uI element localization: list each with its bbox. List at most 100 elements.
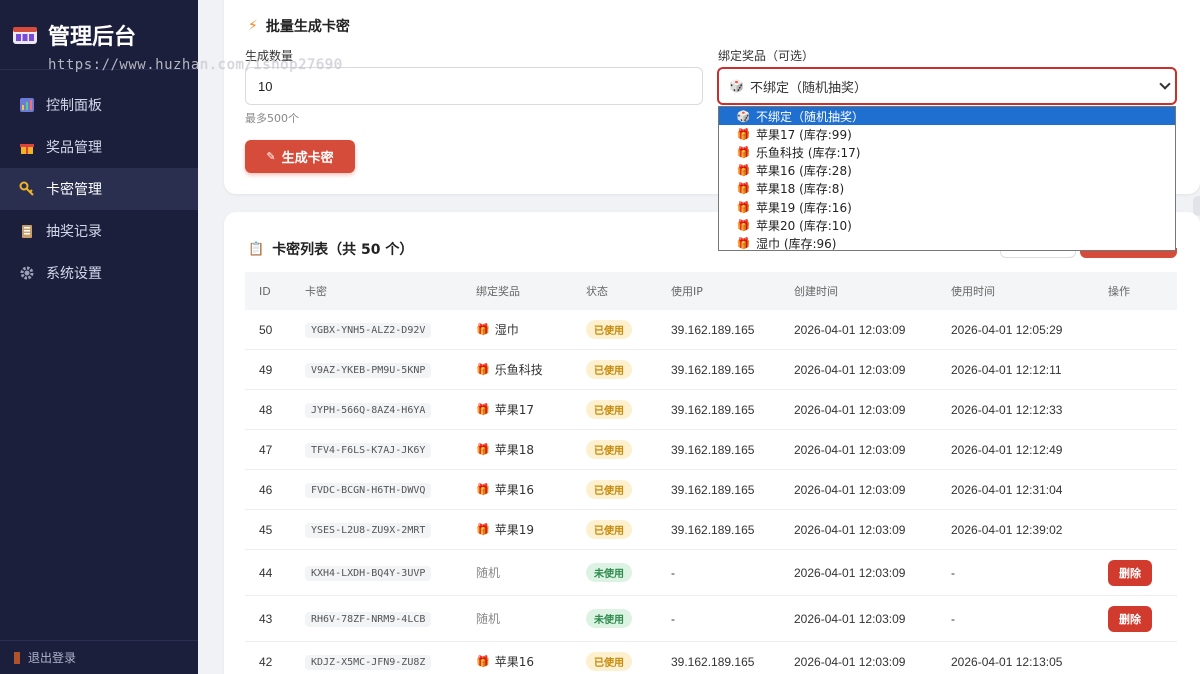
card-code: JYPH-566Q-8AZ4-H6YA <box>305 402 432 418</box>
status-badge: 已使用 <box>586 400 632 419</box>
cell-status: 未使用 <box>586 609 671 628</box>
gift-icon: 🎁 <box>736 182 751 196</box>
prize-name: 随机 <box>476 612 501 626</box>
prize-option[interactable]: 🎁 苹果18 (库存:8) <box>719 180 1175 198</box>
gift-icon <box>18 138 36 156</box>
clipboard-icon <box>18 222 36 240</box>
table-row: 49 V9AZ-YKEB-PM9U-5KNP 🎁 乐鱼科技 已使用 39.162.189.… <box>245 350 1177 390</box>
cell-status: 已使用 <box>586 320 671 339</box>
sidebar-item-prizes[interactable]: 奖品管理 <box>0 126 198 168</box>
col-code: 卡密 <box>305 285 327 298</box>
generate-button[interactable]: ✎ 生成卡密 <box>245 140 355 173</box>
cell-id: 42 <box>259 654 273 669</box>
prize-option-label: 苹果18 (库存:8) <box>756 182 845 197</box>
cell-created: 2026-04-01 12:03:09 <box>794 362 906 377</box>
sidebar-item-label: 奖品管理 <box>46 140 102 156</box>
col-used: 使用时间 <box>951 285 995 298</box>
cell-used: 2026-04-01 12:05:29 <box>951 322 1063 337</box>
delete-button[interactable]: 删除 <box>1108 559 1152 586</box>
sidebar-item-settings[interactable]: 系统设置 <box>0 252 198 294</box>
cell-status: 已使用 <box>586 652 671 671</box>
cell-ip: 39.162.189.165 <box>671 362 755 377</box>
table-row: 50 YGBX-YNH5-ALZ2-D92V 🎁 湿巾 已使用 39.162.189.16… <box>245 310 1177 350</box>
prize-option[interactable]: 🎁 苹果19 (库存:16) <box>719 198 1175 216</box>
table-header: ID 卡密 绑定奖品 状态 使用IP 创建时间 使用时间 操作 <box>245 272 1177 310</box>
gift-icon: 🎁 <box>476 363 490 376</box>
prize-select-value: 不绑定（随机抽奖） <box>749 80 867 96</box>
cell-ip: - <box>671 565 675 580</box>
prize-option[interactable]: 🎁 乐鱼科技 (库存:17) <box>719 143 1175 161</box>
prize-option-label: 不绑定（随机抽奖） <box>756 109 865 124</box>
col-created: 创建时间 <box>794 285 838 298</box>
prize-name: 苹果19 <box>494 523 534 537</box>
cell-created: 2026-04-01 12:03:09 <box>794 565 906 580</box>
cell-prize: 🎁 苹果16 <box>476 653 586 670</box>
watermark: https://www.huzhan.com/ishop27690 <box>48 57 343 73</box>
sidebar-item-records[interactable]: 抽奖记录 <box>0 210 198 252</box>
cell-used: 2026-04-01 12:12:11 <box>951 362 1062 377</box>
status-badge: 已使用 <box>586 480 632 499</box>
prize-option[interactable]: 🎁 苹果16 (库存:28) <box>719 162 1175 180</box>
cell-created: 2026-04-01 12:03:09 <box>794 322 906 337</box>
prize-select[interactable]: 🎲 不绑定（随机抽奖） <box>717 67 1177 105</box>
gift-icon: 🎁 <box>736 200 751 214</box>
prize-option[interactable]: 🎲 不绑定（随机抽奖） <box>719 107 1175 126</box>
gift-icon: 🎁 <box>476 323 490 336</box>
cell-created: 2026-04-01 12:03:09 <box>794 402 906 417</box>
col-id: ID <box>259 284 271 298</box>
prize-name: 苹果17 <box>494 403 534 417</box>
gift-icon: 🎁 <box>736 164 751 178</box>
prize-name: 湿巾 <box>494 323 519 337</box>
scroll-handle[interactable] <box>1193 196 1200 216</box>
cell-prize: 🎁 湿巾 <box>476 321 586 338</box>
gear-icon <box>18 264 36 282</box>
door-icon <box>14 651 20 664</box>
cell-used: 2026-04-01 12:39:02 <box>951 522 1063 537</box>
cell-id: 48 <box>259 402 273 417</box>
prize-option-label: 乐鱼科技 (库存:17) <box>756 145 861 160</box>
prize-label: 绑定奖品（可选） <box>718 49 815 63</box>
card-code: V9AZ-YKEB-PM9U-5KNP <box>305 362 432 378</box>
cell-prize: 🎁 苹果17 <box>476 401 586 418</box>
logout-label: 退出登录 <box>28 651 77 665</box>
table-row: 43 RH6V-78ZF-NRM9-4LCB 随机 未使用 - 2026-04-01 12… <box>245 596 1177 642</box>
sidebar-nav: 控制面板 奖品管理 卡密管理 抽奖记录 系统设置 <box>0 84 198 294</box>
prize-option-label: 湿巾 (库存:96) <box>756 236 837 251</box>
delete-button[interactable]: 删除 <box>1108 605 1152 632</box>
list-title: 📋 卡密列表（共 50 个） <box>248 239 413 259</box>
cell-id: 44 <box>259 565 273 580</box>
status-badge: 已使用 <box>586 652 632 671</box>
cell-code: RH6V-78ZF-NRM9-4LCB <box>305 611 476 627</box>
card-code: KXH4-LXDH-BQ4Y-3UVP <box>305 565 432 581</box>
cell-code: YSES-L2U8-ZU9X-2MRT <box>305 522 476 538</box>
cell-id: 47 <box>259 442 273 457</box>
status-badge: 未使用 <box>586 609 632 628</box>
table-row: 44 KXH4-LXDH-BQ4Y-3UVP 随机 未使用 - 2026-04-01 12… <box>245 550 1177 596</box>
key-icon <box>18 180 36 198</box>
prize-option-label: 苹果16 (库存:28) <box>756 164 852 179</box>
cell-code: FVDC-BCGN-H6TH-DWVQ <box>305 482 476 498</box>
gift-icon: 🎁 <box>476 483 490 496</box>
prize-option[interactable]: 🎁 湿巾 (库存:96) <box>719 234 1175 251</box>
cell-code: JYPH-566Q-8AZ4-H6YA <box>305 402 476 418</box>
table-row: 48 JYPH-566Q-8AZ4-H6YA 🎁 苹果17 已使用 39.162.189.… <box>245 390 1177 430</box>
card-code: YGBX-YNH5-ALZ2-D92V <box>305 322 432 338</box>
cell-id: 45 <box>259 522 273 537</box>
status-badge: 已使用 <box>586 360 632 379</box>
status-badge: 未使用 <box>586 563 632 582</box>
logout-link[interactable]: 退出登录 <box>0 640 198 674</box>
chevron-down-icon <box>1159 78 1171 90</box>
gift-icon: 🎁 <box>736 236 751 250</box>
sidebar-item-dashboard[interactable]: 控制面板 <box>0 84 198 126</box>
dice-icon: 🎲 <box>736 109 751 123</box>
prize-name: 苹果18 <box>494 443 534 457</box>
cell-status: 已使用 <box>586 360 671 379</box>
cell-status: 未使用 <box>586 563 671 582</box>
cell-ip: 39.162.189.165 <box>671 442 755 457</box>
prize-option[interactable]: 🎁 苹果17 (库存:99) <box>719 125 1175 143</box>
cell-status: 已使用 <box>586 480 671 499</box>
generate-button-label: 生成卡密 <box>281 151 334 166</box>
prize-option[interactable]: 🎁 苹果20 (库存:10) <box>719 216 1175 234</box>
sidebar-item-cards[interactable]: 卡密管理 <box>0 168 198 210</box>
status-badge: 已使用 <box>586 520 632 539</box>
